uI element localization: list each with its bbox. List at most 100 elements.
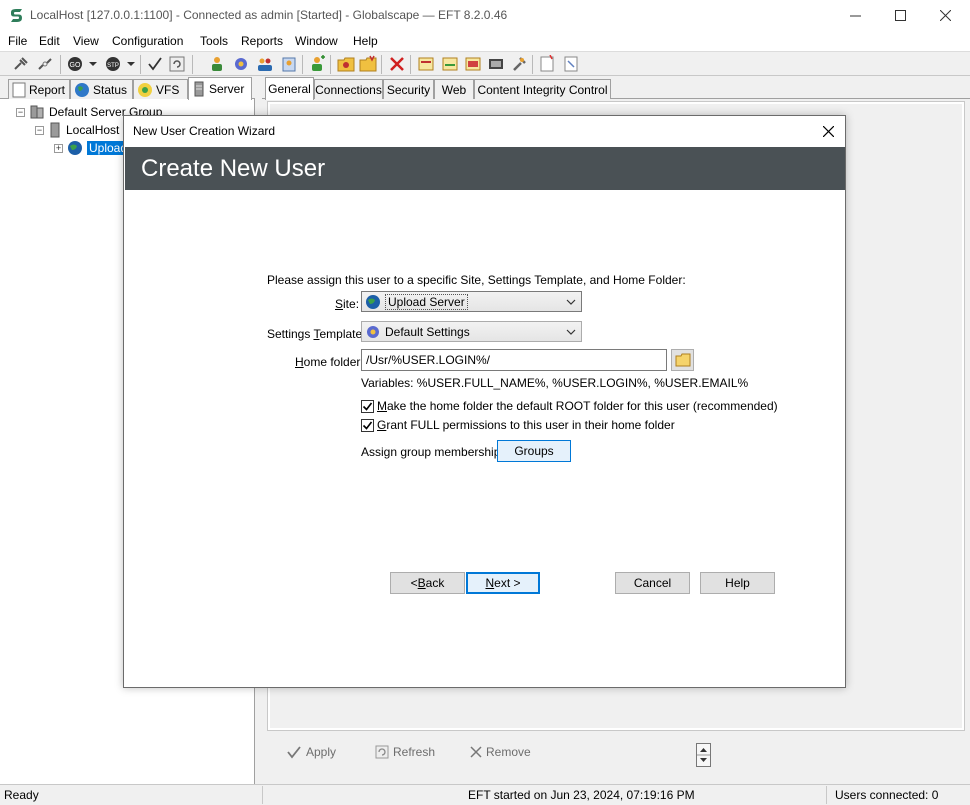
maximize-button[interactable] — [877, 0, 923, 31]
toolbar: GO STP — [0, 51, 970, 76]
menu-help[interactable]: Help — [353, 34, 378, 48]
toolbar-separator — [140, 55, 141, 74]
tree-node-site[interactable]: + Upload — [54, 139, 130, 157]
status-bar: Ready EFT started on Jun 23, 2024, 07:19… — [0, 784, 970, 805]
tools-icon[interactable] — [510, 55, 528, 73]
help-document-icon[interactable] — [562, 55, 580, 73]
assignment-instruction: Please assign this user to a specific Si… — [267, 273, 686, 287]
event-rule-folder-icon[interactable] — [337, 55, 355, 73]
checkbox-checked-icon[interactable] — [361, 418, 374, 432]
group-membership-label: Assign group membership: — [361, 445, 504, 459]
remove-button[interactable]: Remove — [470, 745, 531, 759]
toolbar-separator — [532, 55, 533, 74]
settings-gear-icon — [367, 325, 379, 338]
folder-icon — [675, 353, 690, 367]
tab-status[interactable]: Status — [70, 79, 133, 99]
report-view-icon[interactable] — [464, 55, 482, 73]
tree-node-server[interactable]: − LocalHost — [35, 121, 119, 139]
site-label: Site: — [335, 297, 360, 311]
refresh-button[interactable]: Refresh — [375, 745, 435, 759]
vfs-folder-icon — [138, 82, 152, 97]
cancel-button[interactable]: Cancel — [615, 572, 690, 594]
stop-server-icon[interactable]: STP — [104, 55, 122, 73]
maximize-icon — [894, 10, 906, 21]
globe-icon — [75, 82, 89, 97]
expand-icon[interactable]: + — [54, 143, 63, 153]
collapse-icon[interactable]: − — [16, 107, 25, 117]
tab-web[interactable]: Web — [434, 79, 474, 99]
groups-icon[interactable] — [256, 55, 274, 73]
tab-report[interactable]: Report — [8, 79, 70, 99]
tab-server[interactable]: Server — [188, 77, 252, 100]
close-icon — [822, 125, 834, 137]
back-button[interactable]: < Back — [390, 572, 465, 594]
refresh-icon[interactable] — [168, 55, 186, 73]
settings-gear-icon[interactable] — [232, 55, 250, 73]
globalscape-logo-icon — [11, 9, 22, 22]
menu-tools[interactable]: Tools — [200, 34, 228, 48]
menu-configuration[interactable]: Configuration — [112, 34, 183, 48]
home-folder-input[interactable]: /Usr/%USER.LOGIN%/ — [361, 349, 667, 371]
globe-icon — [68, 141, 82, 155]
report-icon — [12, 82, 26, 97]
log-viewer-icon[interactable] — [487, 55, 505, 73]
minimize-icon — [849, 15, 861, 17]
status-users-connected: Users connected: 0 — [835, 788, 939, 802]
checkmark-icon[interactable] — [146, 55, 164, 73]
report-export-icon[interactable] — [441, 55, 459, 73]
disconnect-icon[interactable] — [36, 55, 54, 73]
close-button[interactable] — [922, 0, 968, 31]
variables-hint: Variables: %USER.FULL_NAME%, %USER.LOGIN… — [361, 376, 749, 390]
status-divider — [826, 786, 827, 804]
close-icon — [939, 10, 951, 21]
tab-general[interactable]: General — [265, 77, 314, 100]
menu-bar: File Edit View Configuration Tools Repor… — [0, 31, 970, 51]
server-icon — [194, 81, 204, 97]
help-button[interactable]: Help — [700, 572, 775, 594]
browse-folder-button[interactable] — [671, 349, 694, 371]
scroll-spinner[interactable] — [696, 743, 711, 767]
user-template-icon[interactable] — [280, 55, 298, 73]
toolbar-separator — [60, 55, 61, 74]
tab-vfs[interactable]: VFS — [133, 79, 188, 99]
wizard-heading: Create New User — [125, 147, 845, 190]
checkbox-checked-icon[interactable] — [361, 399, 374, 413]
server-group-icon — [30, 105, 44, 119]
menu-view[interactable]: View — [73, 34, 99, 48]
spinner-arrows-icon — [697, 748, 710, 762]
event-rule-new-icon[interactable] — [359, 55, 377, 73]
start-server-icon[interactable]: GO — [66, 55, 84, 73]
tab-security[interactable]: Security — [383, 79, 434, 99]
grant-full-permissions-checkbox[interactable]: Grant FULL permissions to this user in t… — [361, 418, 675, 432]
minimize-button[interactable] — [832, 0, 878, 31]
menu-reports[interactable]: Reports — [241, 34, 283, 48]
dialog-close-button[interactable] — [817, 120, 839, 142]
menu-file[interactable]: File — [8, 34, 27, 48]
apply-button[interactable]: Apply — [286, 745, 336, 759]
svg-text:GO: GO — [70, 62, 81, 69]
tab-content-integrity-control[interactable]: Content Integrity Control — [474, 79, 611, 99]
chevron-down-icon — [566, 329, 576, 335]
menu-window[interactable]: Window — [295, 34, 338, 48]
chevron-down-icon[interactable] — [122, 55, 140, 73]
tab-connections[interactable]: Connections — [314, 79, 383, 99]
home-folder-label: Home folder: — [295, 355, 364, 369]
default-root-checkbox[interactable]: Make the home folder the default ROOT fo… — [361, 399, 778, 413]
groups-button[interactable]: Groups — [497, 440, 571, 462]
collapse-icon[interactable]: − — [35, 125, 44, 135]
site-selected-value: Upload Server — [385, 293, 468, 310]
next-button[interactable]: Next > — [466, 572, 540, 594]
status-divider — [262, 786, 263, 804]
delete-icon[interactable] — [388, 55, 406, 73]
new-user-icon[interactable] — [308, 55, 326, 73]
new-document-icon[interactable] — [538, 55, 556, 73]
menu-edit[interactable]: Edit — [39, 34, 60, 48]
site-select[interactable]: Upload Server — [361, 291, 582, 312]
report-icon[interactable] — [417, 55, 435, 73]
users-icon[interactable] — [208, 55, 226, 73]
connect-icon[interactable] — [12, 55, 30, 73]
svg-text:STP: STP — [107, 63, 119, 69]
chevron-down-icon[interactable] — [84, 55, 102, 73]
new-user-wizard-dialog: New User Creation Wizard Create New User… — [123, 115, 846, 688]
settings-template-select[interactable]: Default Settings — [361, 321, 582, 342]
